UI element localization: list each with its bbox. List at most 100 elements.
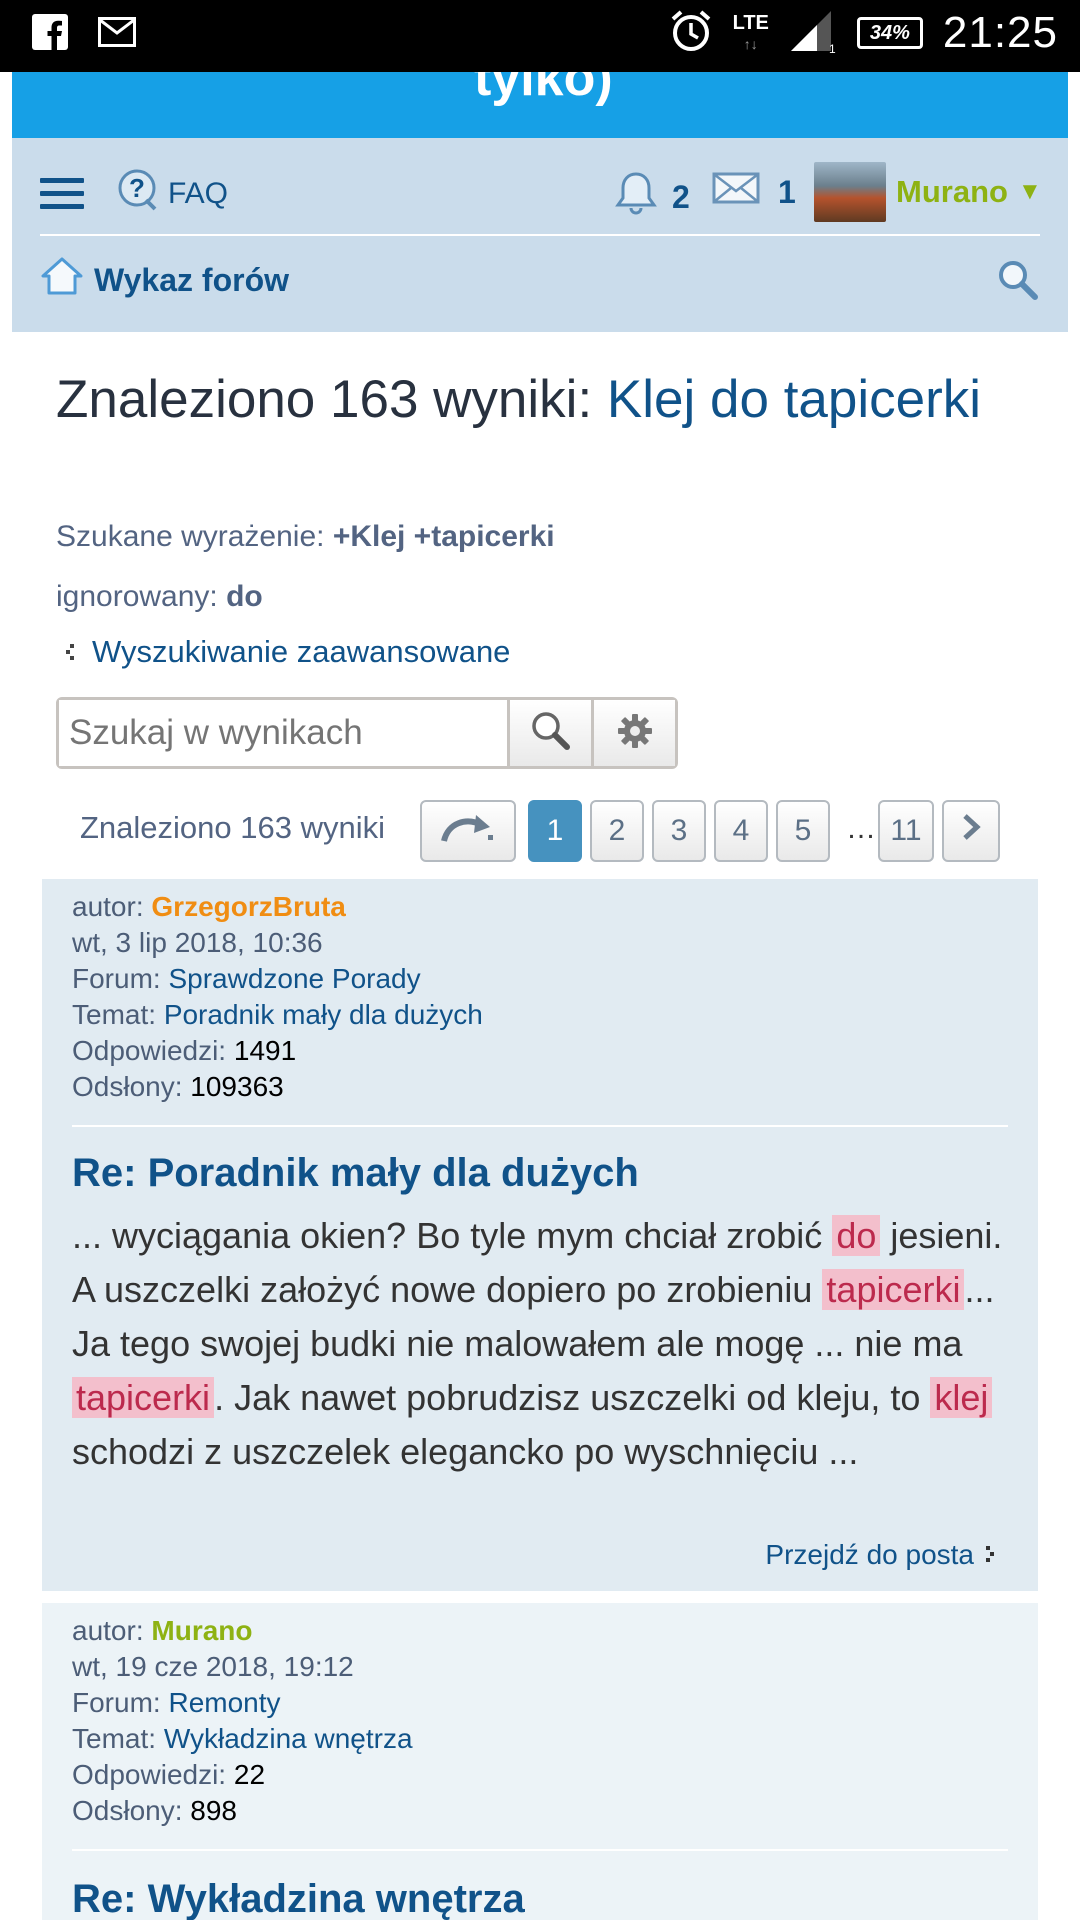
advanced-search-label: Wyszukiwanie zaawansowane: [92, 634, 511, 669]
views-label: Odsłony:: [72, 1071, 191, 1102]
replies-count: 22: [233, 1759, 266, 1790]
searched-terms: Szukane wyrażenie: +Klej +tapicerki: [56, 520, 555, 554]
jump-to-page-button[interactable]: [420, 800, 516, 862]
search-within-results: [56, 697, 678, 769]
excerpt-text: ... wyciągania okien? Bo tyle mym chciał…: [72, 1215, 833, 1256]
forum-link[interactable]: Sprawdzone Porady: [168, 963, 420, 994]
search-result: autor: GrzegorzBruta wt, 3 lip 2018, 10:…: [42, 879, 1038, 1591]
forum-index-label: Wykaz forów: [94, 261, 289, 298]
post-title-link[interactable]: Re: Poradnik mały dla dużych: [72, 1151, 639, 1196]
forum-label: Forum:: [72, 963, 169, 994]
nav-top-row: ? FAQ 2 1 Murano ▼: [40, 162, 1042, 226]
results-count: Znaleziono 163 wyniki: [80, 810, 386, 845]
username: Murano: [896, 174, 1008, 209]
forum-label: Forum:: [72, 1687, 169, 1718]
site-banner: tylko): [12, 72, 1068, 138]
searched-label: Szukane wyrażenie:: [56, 520, 333, 553]
search-button[interactable]: [507, 700, 591, 766]
topic-label: Temat:: [72, 999, 164, 1030]
author-label: autor:: [72, 891, 152, 922]
menu-icon[interactable]: [40, 178, 84, 210]
svg-text:1: 1: [829, 42, 836, 53]
arrow-right-icon: [984, 1539, 998, 1571]
ignored-terms: ignorowany: do: [56, 580, 263, 614]
author-link[interactable]: GrzegorzBruta: [151, 891, 345, 922]
post-divider: [72, 1125, 1008, 1127]
go-to-post-link[interactable]: Przejdź do posta: [765, 1539, 998, 1571]
pagination: Znaleziono 163 wyniki 1 2 3 4 5 … 11: [56, 800, 1016, 862]
topic-link[interactable]: Wykładzina wnętrza: [164, 1723, 413, 1754]
notifications-button[interactable]: 2: [614, 170, 690, 224]
author-label: autor:: [72, 1615, 152, 1646]
topic-label: Temat:: [72, 1723, 164, 1754]
topic-link[interactable]: Poradnik mały dla dużych: [164, 999, 483, 1030]
clock: 21:25: [942, 8, 1058, 57]
caret-down-icon: ▼: [1017, 178, 1042, 205]
excerpt-text: . Jak nawet pobrudzisz uszczelki od klej…: [214, 1377, 931, 1418]
post-excerpt: ... wyciągania okien? Bo tyle mym chciał…: [72, 1209, 1018, 1479]
views-count: 109363: [190, 1071, 284, 1102]
post-divider: [72, 1849, 1008, 1851]
redo-arrow-icon: [436, 809, 500, 853]
results-heading: Znaleziono 163 wyniki:: [56, 370, 607, 429]
search-input[interactable]: [59, 700, 507, 766]
excerpt-text: schodzi z uszczelek elegancko po wyschni…: [72, 1431, 859, 1472]
highlight: tapicerki: [822, 1269, 965, 1310]
post-date: wt, 19 cze 2018, 19:12: [72, 1651, 354, 1682]
forum-index-link[interactable]: Wykaz forów: [40, 256, 289, 304]
post-meta: autor: Murano wt, 19 cze 2018, 19:12 For…: [72, 1613, 413, 1829]
views-label: Odsłony:: [72, 1795, 191, 1826]
chevron-right-icon: [960, 813, 982, 849]
advanced-search-link[interactable]: Wyszukiwanie zaawansowane: [64, 634, 510, 670]
facebook-icon: [32, 14, 68, 55]
faq-link[interactable]: ? FAQ: [116, 168, 228, 220]
pagination-ellipsis: …: [846, 812, 876, 845]
page-button-last[interactable]: 11: [878, 800, 934, 862]
messages-count: 1: [778, 173, 796, 210]
author-link[interactable]: Murano: [151, 1615, 252, 1646]
nav-divider: [40, 234, 1040, 236]
svg-text:?: ?: [129, 173, 145, 203]
battery-icon: 34%: [856, 17, 923, 49]
forum-link[interactable]: Remonty: [168, 1687, 280, 1718]
advanced-options-button[interactable]: [591, 700, 675, 766]
notifications-count: 2: [672, 178, 690, 215]
page-button-4[interactable]: 4: [714, 800, 768, 862]
highlight: tapicerki: [72, 1377, 215, 1418]
gear-icon: [615, 711, 655, 756]
post-title-link[interactable]: Re: Wykładzina wnętrza: [72, 1877, 525, 1920]
highlight: klej: [930, 1377, 993, 1418]
network-type: LTE ↑↓: [732, 11, 769, 52]
arrow-left-icon: [64, 634, 78, 670]
ignored-label: ignorowany:: [56, 580, 227, 613]
replies-label: Odpowiedzi:: [72, 1035, 234, 1066]
next-page-button[interactable]: [942, 800, 1000, 862]
page-button-5[interactable]: 5: [776, 800, 830, 862]
search-icon[interactable]: [996, 258, 1040, 302]
navbar: ? FAQ 2 1 Murano ▼ Wykaz forów: [12, 138, 1068, 332]
highlight: do: [832, 1215, 881, 1256]
search-query-link[interactable]: Klej do tapicerki: [607, 370, 981, 429]
go-to-post-label: Przejdź do posta: [765, 1539, 974, 1570]
search-result: autor: Murano wt, 19 cze 2018, 19:12 For…: [42, 1603, 1038, 1920]
search-icon: [529, 709, 573, 758]
page-title: Znaleziono 163 wyniki: Klej do tapicerki: [56, 364, 996, 436]
replies-label: Odpowiedzi:: [72, 1759, 234, 1790]
page-button-3[interactable]: 3: [652, 800, 706, 862]
faq-label: FAQ: [168, 177, 229, 210]
user-menu[interactable]: Murano ▼: [814, 162, 1042, 222]
ignored-value: do: [226, 580, 263, 613]
signal-icon: 1: [789, 9, 837, 58]
page-button-1[interactable]: 1: [528, 800, 582, 862]
alarm-icon: [669, 9, 713, 58]
page-button-2[interactable]: 2: [590, 800, 644, 862]
site-title: tylko): [474, 72, 613, 107]
searched-value: +Klej +tapicerki: [332, 520, 555, 553]
views-count: 898: [190, 1795, 237, 1826]
envelope-icon: [712, 170, 760, 214]
post-date: wt, 3 lip 2018, 10:36: [72, 927, 323, 958]
replies-count: 1491: [233, 1035, 297, 1066]
help-icon: ?: [116, 168, 162, 220]
bell-icon: [614, 170, 658, 224]
private-messages-button[interactable]: 1: [712, 170, 796, 214]
